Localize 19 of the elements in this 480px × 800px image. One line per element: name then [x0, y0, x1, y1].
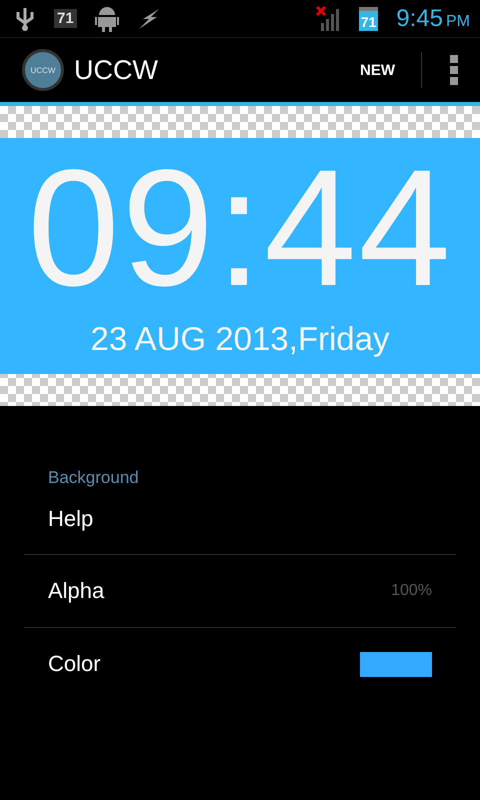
clock-ampm: PM — [446, 12, 470, 30]
signal-icon — [314, 4, 341, 32]
notification-badge: 71 — [54, 9, 77, 28]
app-title: UCCW — [74, 54, 159, 86]
widget-time: 09:44 — [27, 146, 453, 312]
color-swatch[interactable] — [360, 652, 432, 676]
overflow-menu-icon[interactable] — [450, 55, 458, 85]
setting-label[interactable]: Color — [48, 651, 360, 677]
usb-icon — [14, 6, 36, 32]
new-button[interactable]: NEW — [350, 54, 405, 86]
setting-label[interactable]: Alpha — [48, 578, 392, 604]
app-logo: UCCW — [22, 49, 64, 91]
robot-icon — [94, 4, 119, 32]
setting-label[interactable]: Help — [48, 506, 432, 532]
category-header: Background — [47, 468, 140, 488]
calendar-icon: 71 — [358, 6, 378, 30]
clock-time: 9:45 — [396, 4, 443, 32]
setting-value: 100% — [391, 582, 432, 600]
widget-date: 23 AUG 2013,Friday — [90, 320, 390, 358]
